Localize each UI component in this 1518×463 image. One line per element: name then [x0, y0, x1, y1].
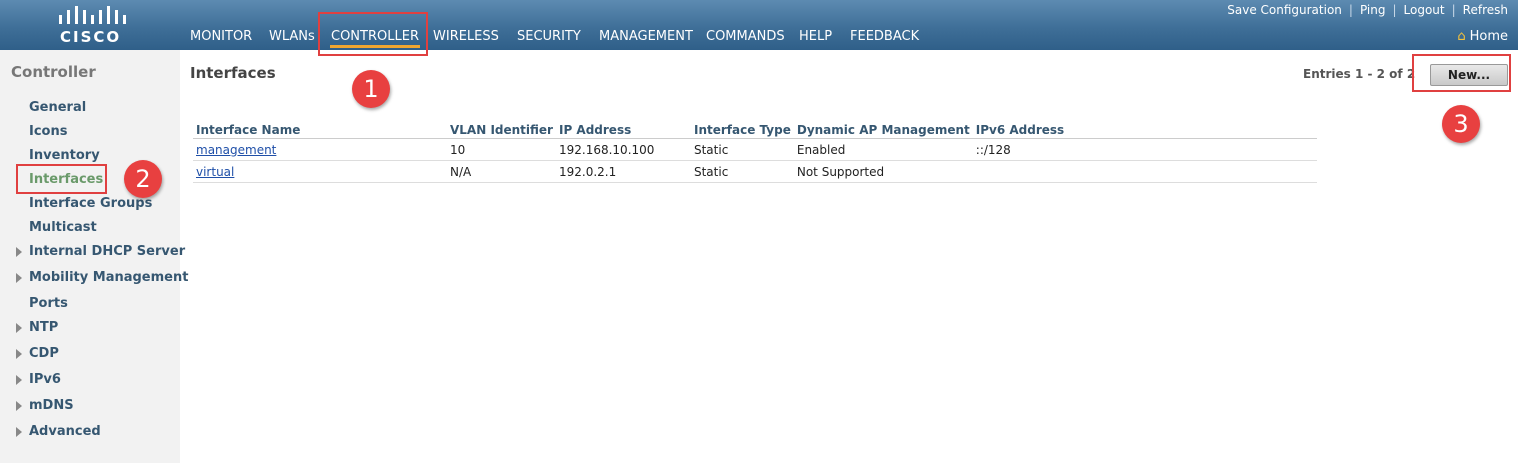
table-cell: 192.0.2.1 — [555, 160, 691, 183]
column-header-interface-type: Interface Type — [690, 121, 794, 139]
interface-link-virtual[interactable]: virtual — [196, 165, 234, 179]
interface-link-management[interactable]: management — [196, 143, 276, 157]
column-header-dynamic-ap-management: Dynamic AP Management — [793, 121, 973, 139]
save-configuration-link[interactable]: Save Configuration — [1227, 3, 1342, 17]
home-icon: ⌂ — [1457, 29, 1466, 44]
expand-arrow-icon[interactable] — [16, 247, 22, 257]
sidebar: Controller General Icons Inventory Inter… — [0, 50, 188, 463]
expand-arrow-icon[interactable] — [16, 427, 22, 437]
column-header-ip-address: IP Address — [555, 121, 691, 139]
top-header-bar: CISCO Save Configuration | Ping | Logout | Ref… — [0, 0, 1518, 50]
callout-highlight-new-button — [1412, 54, 1511, 92]
table-row: virtual N/A 192.0.2.1 Static Not Support… — [193, 160, 1317, 183]
sidebar-title: Controller — [11, 63, 96, 81]
table-row: management 10 192.168.10.100 Static Enab… — [193, 138, 1317, 161]
home-label: Home — [1469, 29, 1508, 44]
table-cell: 192.168.10.100 — [555, 138, 691, 161]
top-utility-links: Save Configuration | Ping | Logout | Refresh — [1227, 3, 1508, 17]
separator: | — [1348, 3, 1353, 17]
callout-highlight-controller — [318, 12, 428, 56]
sidebar-item-interface-groups[interactable]: Interface Groups — [29, 196, 152, 211]
column-header-interface-name: Interface Name — [193, 121, 447, 139]
interfaces-table: Interface Name VLAN Identifier IP Addres… — [193, 121, 1317, 183]
callout-badge-3: 3 — [1442, 105, 1480, 143]
table-cell: ::/128 — [972, 138, 1317, 161]
entries-count: Entries 1 - 2 of 2 — [1303, 67, 1416, 81]
sidebar-item-ports[interactable]: Ports — [29, 296, 68, 311]
page-title: Interfaces — [190, 64, 276, 82]
table-cell: 10 — [447, 138, 556, 161]
sidebar-item-ntp[interactable]: NTP — [29, 320, 58, 335]
sidebar-item-advanced[interactable]: Advanced — [29, 424, 101, 439]
sidebar-item-multicast[interactable]: Multicast — [29, 220, 97, 235]
table-cell: management — [193, 138, 447, 161]
nav-help[interactable]: HELP — [799, 29, 832, 44]
sidebar-item-general[interactable]: General — [29, 100, 86, 115]
column-header-vlan-identifier: VLAN Identifier — [447, 121, 556, 139]
expand-arrow-icon[interactable] — [16, 273, 22, 283]
nav-wireless[interactable]: WIRELESS — [433, 29, 499, 44]
separator: | — [1392, 3, 1397, 17]
cisco-wordmark: CISCO — [60, 28, 122, 46]
callout-highlight-interfaces — [16, 164, 107, 194]
sidebar-item-icons[interactable]: Icons — [29, 124, 67, 139]
expand-arrow-icon[interactable] — [16, 323, 22, 333]
table-cell: Not Supported — [793, 160, 973, 183]
sidebar-item-inventory[interactable]: Inventory — [29, 148, 100, 163]
logout-link[interactable]: Logout — [1404, 3, 1445, 17]
sidebar-item-mobility-management[interactable]: Mobility Management — [29, 270, 188, 285]
table-cell: Static — [690, 138, 794, 161]
refresh-link[interactable]: Refresh — [1463, 3, 1508, 17]
table-cell: Enabled — [793, 138, 973, 161]
expand-arrow-icon[interactable] — [16, 375, 22, 385]
sidebar-item-cdp[interactable]: CDP — [29, 346, 59, 361]
cisco-logo[interactable]: CISCO — [54, 6, 128, 46]
nav-monitor[interactable]: MONITOR — [190, 29, 252, 44]
separator: | — [1451, 3, 1456, 17]
sidebar-item-internal-dhcp-server[interactable]: Internal DHCP Server — [29, 244, 185, 259]
table-header-row: Interface Name VLAN Identifier IP Addres… — [193, 121, 1317, 139]
column-header-ipv6-address: IPv6 Address — [972, 121, 1317, 139]
nav-commands[interactable]: COMMANDS — [706, 29, 785, 44]
table-cell: Static — [690, 160, 794, 183]
expand-arrow-icon[interactable] — [16, 401, 22, 411]
table-cell: N/A — [447, 160, 556, 183]
nav-feedback[interactable]: FEEDBACK — [850, 29, 919, 44]
nav-security[interactable]: SECURITY — [517, 29, 581, 44]
callout-badge-1: 1 — [352, 70, 390, 108]
nav-wlans[interactable]: WLANs — [269, 29, 315, 44]
callout-badge-2: 2 — [124, 160, 162, 198]
nav-management[interactable]: MANAGEMENT — [599, 29, 693, 44]
cisco-bars-icon — [59, 6, 126, 24]
expand-arrow-icon[interactable] — [16, 349, 22, 359]
sidebar-item-mdns[interactable]: mDNS — [29, 398, 74, 413]
ping-link[interactable]: Ping — [1360, 3, 1386, 17]
main-content: Interfaces Entries 1 - 2 of 2 New... Int… — [180, 50, 1518, 463]
table-cell — [972, 160, 1317, 183]
sidebar-item-ipv6[interactable]: IPv6 — [29, 372, 61, 387]
table-cell: virtual — [193, 160, 447, 183]
home-link[interactable]: ⌂ Home — [1457, 29, 1508, 44]
